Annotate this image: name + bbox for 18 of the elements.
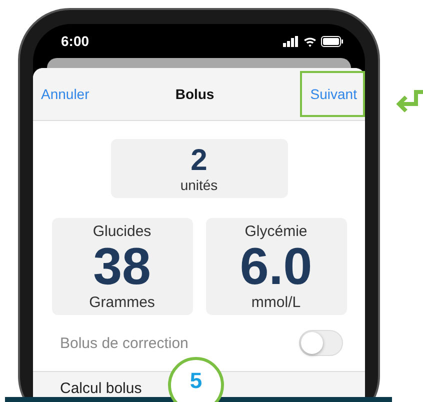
reading-unit: mmol/L xyxy=(251,294,301,310)
reading-unit: Grammes xyxy=(89,294,155,310)
next-button[interactable]: Suivant xyxy=(300,71,365,117)
units-value: 2 xyxy=(190,144,208,176)
battery-icon xyxy=(321,36,343,46)
reading-value: 6.0 xyxy=(240,240,312,294)
return-arrow-icon xyxy=(394,88,423,114)
signal-icon xyxy=(283,36,299,46)
reading-value: 38 xyxy=(93,240,151,294)
reading-label: Glucides xyxy=(92,222,152,240)
units-label: unités xyxy=(180,176,218,192)
wifi-icon xyxy=(303,36,317,46)
calc-row-label[interactable]: Calcul bolus xyxy=(60,380,142,397)
status-time: 6:00 xyxy=(61,33,90,49)
cancel-button[interactable]: Annuler xyxy=(41,86,90,102)
correction-label: Bolus de correction xyxy=(60,334,188,352)
reading-label: Glycémie xyxy=(244,222,308,240)
screen-title: Bolus xyxy=(175,86,214,102)
